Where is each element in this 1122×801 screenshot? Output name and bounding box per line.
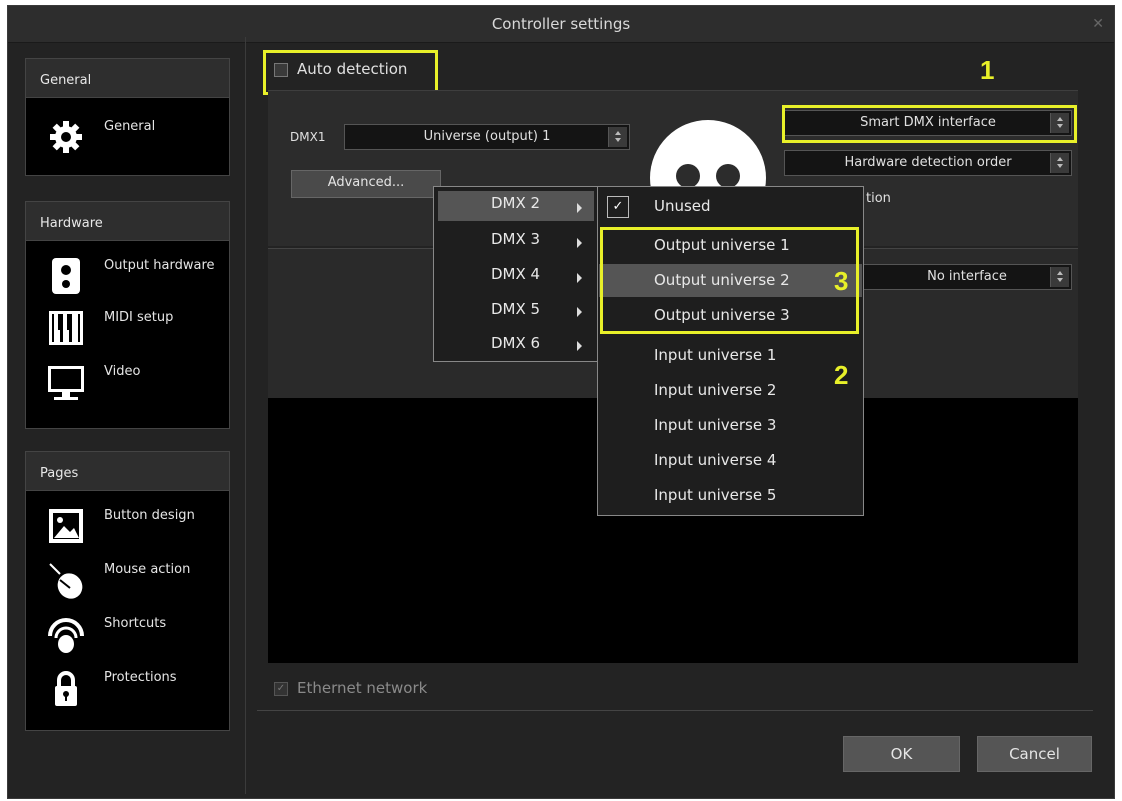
dmx1-universe-select[interactable]: Universe (output) 1	[344, 124, 630, 150]
interface-select[interactable]: Smart DMX interface	[784, 110, 1072, 136]
ethernet-checkbox[interactable]: ✓	[274, 682, 288, 696]
window-title: Controller settings	[491, 15, 631, 33]
sidebar-item-label: Video	[104, 364, 141, 379]
menu-item-input-universe-4[interactable]: Input universe 4	[654, 451, 776, 469]
auto-detection-label: Auto detection	[297, 60, 408, 78]
advanced-button[interactable]: Advanced...	[291, 170, 441, 198]
speaker-icon	[52, 258, 80, 294]
dmx1-label: DMX1	[290, 130, 326, 144]
sidebar-section-pages: Pages Button design Mouse action Shortcu…	[25, 451, 230, 731]
sidebar-item-label: General	[104, 119, 156, 134]
bottom-divider	[257, 710, 1093, 711]
dmx1-universe-value: Universe (output) 1	[423, 129, 551, 144]
menu-item-input-universe-2[interactable]: Input universe 2	[654, 381, 776, 399]
spin-arrows-icon	[608, 127, 627, 147]
monitor-icon	[48, 366, 84, 400]
detection-order-select[interactable]: Hardware detection order	[784, 150, 1072, 176]
checkmark-icon: ✓	[607, 196, 629, 218]
menu-item-dmx-6[interactable]: DMX 6	[491, 334, 540, 352]
menu-item-output-universe-2[interactable]: Output universe 2	[654, 271, 790, 289]
sidebar-section-general: General General	[25, 58, 230, 176]
spin-arrows-icon	[1050, 113, 1069, 133]
section-heading-pages: Pages	[26, 452, 229, 491]
gear-icon	[50, 121, 82, 153]
mouse-icon	[49, 563, 83, 599]
cancel-button-label: Cancel	[1009, 745, 1060, 763]
section-heading-hardware: Hardware	[26, 202, 229, 241]
chevron-right-icon	[577, 203, 582, 213]
interface-value: Smart DMX interface	[860, 115, 996, 130]
option-label-partial: tion	[866, 191, 891, 206]
chevron-right-icon	[577, 238, 582, 248]
menu-item-unused[interactable]: Unused	[654, 197, 711, 215]
menu-item-input-universe-3[interactable]: Input universe 3	[654, 416, 776, 434]
menu-item-output-universe-3[interactable]: Output universe 3	[654, 306, 790, 324]
menu-item-input-universe-1[interactable]: Input universe 1	[654, 346, 776, 364]
second-interface-select[interactable]: No interface	[862, 264, 1072, 290]
sidebar-item-label: MIDI setup	[104, 310, 174, 325]
detection-order-value: Hardware detection order	[844, 155, 1012, 170]
annotation-number-2: 2	[834, 360, 849, 390]
sidebar-item-label: Shortcuts	[104, 616, 167, 631]
chevron-right-icon	[577, 273, 582, 283]
section-heading-general: General	[26, 59, 229, 98]
menu-item-output-universe-1[interactable]: Output universe 1	[654, 236, 790, 254]
spin-arrows-icon	[1050, 267, 1069, 287]
sidebar-divider	[245, 37, 246, 794]
sidebar-section-hardware: Hardware Output hardware MIDI setup Vide…	[25, 201, 230, 429]
sidebar-item-label: Button design	[104, 508, 195, 523]
auto-detection-checkbox[interactable]	[274, 63, 288, 77]
cancel-button[interactable]: Cancel	[977, 736, 1092, 772]
annotation-number-1: 1	[980, 55, 995, 85]
sidebar-item-label: Output hardware	[104, 258, 215, 273]
chevron-right-icon	[577, 307, 582, 317]
ok-button-label: OK	[890, 745, 913, 763]
sidebar-item-label: Protections	[104, 670, 177, 685]
advanced-button-label: Advanced...	[327, 175, 405, 190]
annotation-number-3: 3	[834, 266, 849, 296]
piano-icon	[49, 311, 83, 345]
menu-item-dmx-4[interactable]: DMX 4	[491, 265, 540, 283]
chevron-right-icon	[577, 341, 582, 351]
finger-icon	[48, 618, 84, 653]
ok-button[interactable]: OK	[843, 736, 960, 772]
ethernet-label: Ethernet network	[297, 679, 428, 697]
menu-item-dmx-5[interactable]: DMX 5	[491, 300, 540, 318]
lock-icon	[55, 671, 77, 706]
menu-item-dmx-2[interactable]: DMX 2	[491, 194, 540, 212]
menu-item-input-universe-5[interactable]: Input universe 5	[654, 486, 776, 504]
spin-arrows-icon	[1050, 153, 1069, 173]
menu-item-dmx-3[interactable]: DMX 3	[491, 230, 540, 248]
second-interface-value: No interface	[927, 269, 1007, 284]
close-icon[interactable]: ✕	[1092, 6, 1104, 42]
sidebar-item-label: Mouse action	[104, 562, 191, 577]
title-bar: Controller settings ✕	[8, 6, 1114, 43]
image-icon	[49, 509, 83, 543]
